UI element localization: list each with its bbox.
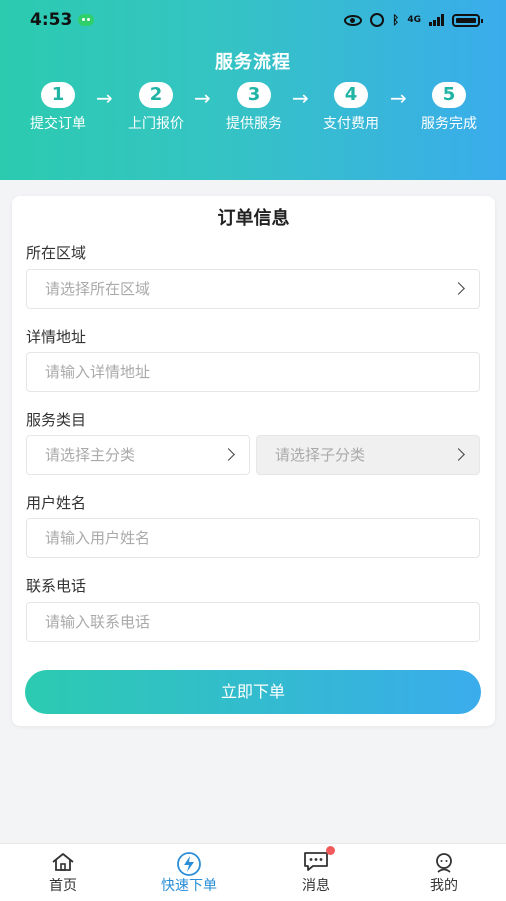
flow-steps: 1 提交订单 → 2 上门报价 → 3 提供服务 → 4 支付费用 → 5 服务… bbox=[0, 82, 506, 142]
step-4: 4 支付费用 bbox=[306, 82, 396, 133]
phone-input[interactable]: 请输入联系电话 bbox=[26, 602, 480, 642]
bluetooth-icon: ᛒ bbox=[392, 13, 400, 27]
header-banner: 4:53 ᛒ 4G 服务流程 1 提交订单 → 2 上门报价 → 3 提供服务 … bbox=[0, 0, 506, 180]
main-category-placeholder: 请选择主分类 bbox=[45, 446, 136, 464]
wechat-icon bbox=[78, 14, 94, 26]
step-number: 1 bbox=[41, 82, 75, 108]
step-label: 提供服务 bbox=[226, 116, 282, 132]
category-label: 服务类目 bbox=[26, 411, 87, 429]
tab-label: 快速下单 bbox=[161, 878, 217, 894]
step-2: 2 上门报价 bbox=[111, 82, 201, 133]
step-1: 1 提交订单 bbox=[13, 82, 103, 133]
step-5: 5 服务完成 bbox=[404, 82, 494, 133]
step-number: 5 bbox=[432, 82, 466, 108]
submit-order-button[interactable]: 立即下单 bbox=[25, 670, 481, 714]
address-placeholder: 请输入详情地址 bbox=[45, 363, 151, 381]
tab-home[interactable]: 首页 bbox=[13, 844, 113, 901]
eye-icon bbox=[344, 14, 363, 26]
tab-label: 消息 bbox=[302, 878, 330, 894]
phone-label: 联系电话 bbox=[26, 577, 87, 595]
name-label: 用户姓名 bbox=[26, 494, 87, 512]
step-number: 3 bbox=[237, 82, 271, 108]
bottom-tab-bar: 首页 快速下单 消息 我的 bbox=[0, 843, 506, 901]
region-placeholder: 请选择所在区域 bbox=[45, 280, 151, 298]
chevron-right-icon bbox=[222, 448, 235, 461]
step-label: 提交订单 bbox=[30, 116, 86, 132]
status-icons: ᛒ 4G bbox=[344, 10, 483, 30]
status-bar: 4:53 ᛒ 4G bbox=[0, 0, 506, 40]
region-label: 所在区域 bbox=[26, 244, 87, 262]
main-category-select[interactable]: 请选择主分类 bbox=[26, 435, 250, 475]
alarm-icon bbox=[370, 13, 385, 27]
flow-title: 服务流程 bbox=[215, 52, 291, 73]
step-label: 上门报价 bbox=[128, 116, 184, 132]
step-number: 2 bbox=[139, 82, 173, 108]
form-title: 订单信息 bbox=[217, 208, 290, 229]
chevron-right-icon bbox=[452, 448, 465, 461]
sub-category-select[interactable]: 请选择子分类 bbox=[256, 435, 480, 475]
status-time: 4:53 bbox=[30, 10, 73, 30]
address-input[interactable]: 请输入详情地址 bbox=[26, 352, 480, 392]
step-label: 服务完成 bbox=[421, 116, 477, 132]
chevron-right-icon bbox=[452, 282, 465, 295]
step-3: 3 提供服务 bbox=[209, 82, 299, 133]
notification-badge bbox=[326, 846, 335, 855]
signal-icon bbox=[429, 14, 444, 26]
sub-category-placeholder: 请选择子分类 bbox=[275, 446, 366, 464]
tab-messages[interactable]: 消息 bbox=[266, 844, 366, 901]
name-input[interactable]: 请输入用户姓名 bbox=[26, 518, 480, 558]
name-placeholder: 请输入用户姓名 bbox=[45, 529, 151, 547]
region-select[interactable]: 请选择所在区域 bbox=[26, 269, 480, 309]
battery-icon bbox=[452, 13, 483, 27]
address-label: 详情地址 bbox=[26, 328, 87, 346]
message-icon bbox=[303, 846, 335, 876]
tab-profile[interactable]: 我的 bbox=[394, 844, 494, 901]
home-icon bbox=[51, 852, 75, 876]
tab-label: 首页 bbox=[49, 878, 77, 894]
network-label: 4G bbox=[407, 15, 421, 25]
tab-quick-order[interactable]: 快速下单 bbox=[139, 844, 239, 901]
tab-label: 我的 bbox=[430, 878, 458, 894]
step-label: 支付费用 bbox=[323, 116, 379, 132]
order-form-card: 订单信息 所在区域 请选择所在区域 详情地址 请输入详情地址 服务类目 请选择主… bbox=[12, 196, 495, 726]
step-number: 4 bbox=[334, 82, 368, 108]
phone-placeholder: 请输入联系电话 bbox=[45, 613, 151, 631]
